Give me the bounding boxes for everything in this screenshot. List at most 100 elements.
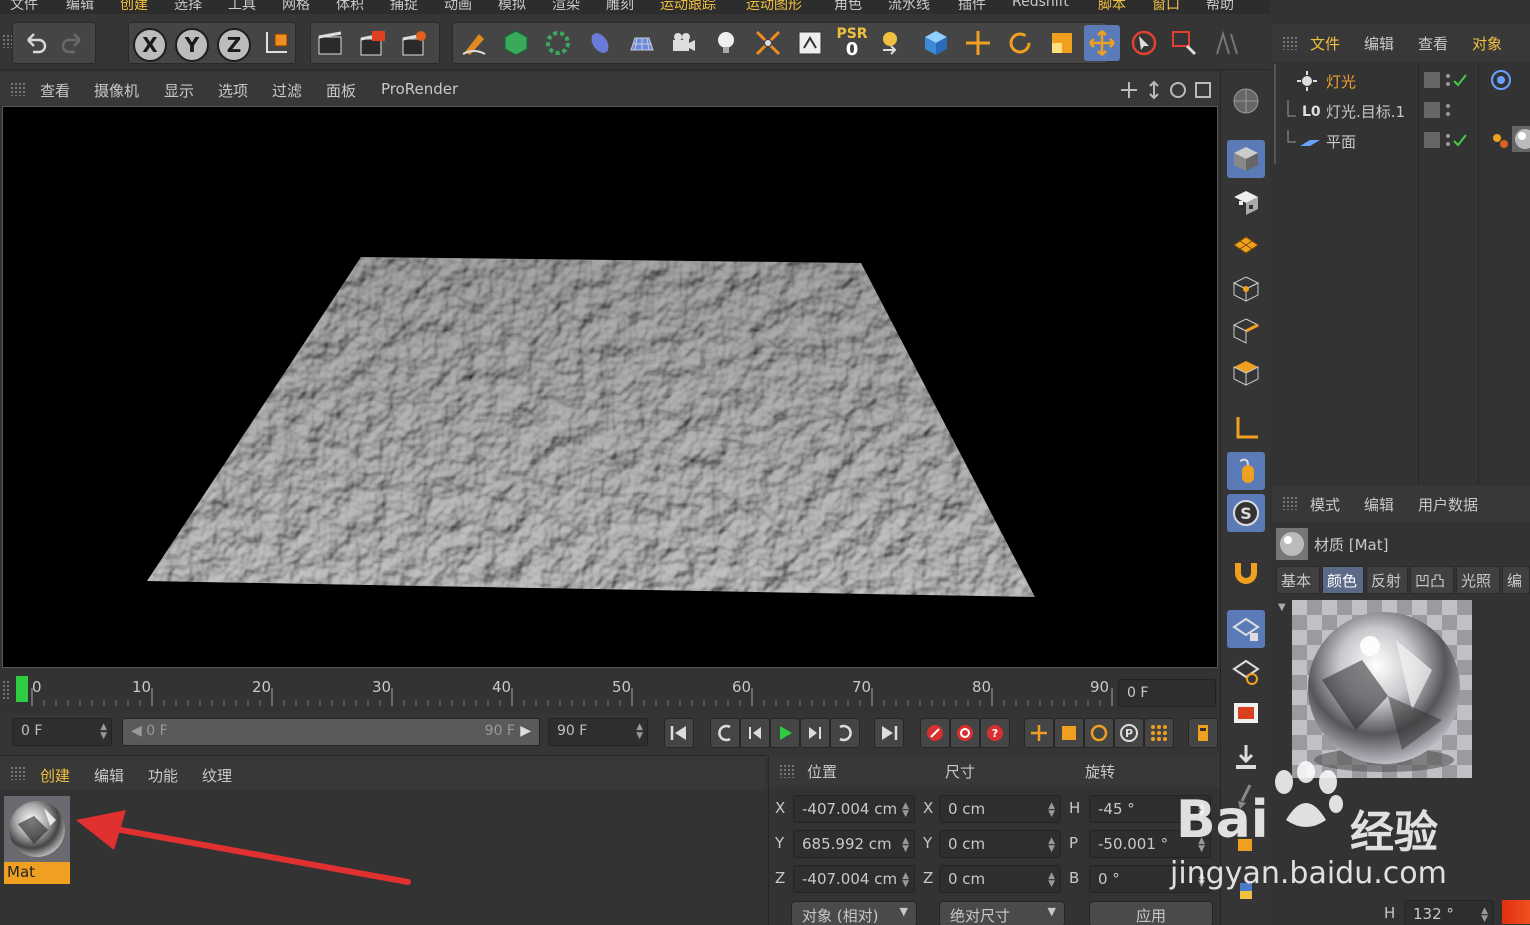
object-menu-objects[interactable]: 对象 — [1472, 33, 1502, 54]
undo-button[interactable] — [16, 25, 52, 61]
go-to-end-button[interactable] — [874, 718, 904, 748]
position-z-field[interactable]: -407.004 cm ▲ ▼ — [793, 865, 915, 893]
material-menu-texture[interactable]: 纹理 — [202, 765, 232, 786]
attribute-menu-user-data[interactable]: 用户数据 — [1418, 494, 1478, 515]
viewport-grip[interactable] — [10, 82, 26, 96]
render-view-button[interactable] — [313, 25, 349, 61]
material-swatch-mat[interactable]: Mat — [4, 796, 70, 886]
menu-mograph[interactable]: 运动图形 — [746, 0, 802, 14]
channel-tab-reflectance[interactable]: 反射 — [1366, 566, 1408, 594]
download-button[interactable] — [1227, 738, 1265, 776]
menu-motion-tracker[interactable]: 运动跟踪 — [660, 0, 716, 14]
timeline[interactable]: 0 10 20 30 40 50 60 70 80 90 0 F — [0, 670, 1220, 712]
key-position-button[interactable] — [1024, 718, 1054, 748]
rotate-tool-button[interactable] — [1002, 25, 1038, 61]
attribute-menu-edit[interactable]: 编辑 — [1364, 494, 1394, 515]
menu-simulate[interactable]: 模拟 — [498, 0, 526, 14]
paint-button[interactable] — [1227, 822, 1265, 860]
timeline-ruler[interactable]: 0 10 20 30 40 50 60 70 80 90 — [16, 670, 1113, 710]
redo-button[interactable] — [56, 25, 92, 61]
menu-volume[interactable]: 体积 — [336, 0, 364, 14]
key-rotation-button[interactable] — [1084, 718, 1114, 748]
keyframe-selection-button[interactable]: ? — [980, 718, 1010, 748]
menu-create[interactable]: 创建 — [120, 0, 148, 14]
viewport-menu-prorender[interactable]: ProRender — [381, 80, 458, 98]
viewport-menu-options[interactable]: 选项 — [218, 80, 248, 101]
max-frame-field[interactable]: 90 F ▲ ▼ — [548, 718, 648, 746]
tag-button[interactable] — [792, 25, 828, 61]
rotation-h-field[interactable]: -45 ° ▲ ▼ — [1089, 795, 1211, 823]
range-left-arrow-icon[interactable]: ◀ — [131, 723, 142, 739]
xyz-enable-button[interactable] — [876, 25, 912, 61]
previous-frame-button[interactable] — [740, 718, 770, 748]
array-button[interactable] — [540, 25, 576, 61]
subdivision-button[interactable] — [498, 25, 534, 61]
coordinates-grip[interactable] — [779, 764, 795, 778]
menu-sculpt[interactable]: 雕刻 — [606, 0, 634, 14]
spinner-icon[interactable]: ▲ ▼ — [1198, 837, 1205, 854]
object-manager-grip[interactable] — [1282, 36, 1298, 50]
viewport-solo-button[interactable] — [1227, 694, 1265, 732]
channel-tab-illumination[interactable]: 光照 — [1456, 566, 1500, 594]
min-frame-field[interactable]: 0 F ▲ ▼ — [12, 718, 112, 746]
size-y-field[interactable]: 0 cm ▲ ▼ — [939, 830, 1061, 858]
spinner-icon[interactable]: ▲ ▼ — [902, 837, 909, 854]
material-menu-edit[interactable]: 编辑 — [94, 765, 124, 786]
menu-mesh[interactable]: 网格 — [282, 0, 310, 14]
python-button[interactable] — [1227, 870, 1265, 908]
playhead[interactable] — [16, 676, 28, 702]
record-active-objects-button[interactable] — [920, 718, 950, 748]
spinner-icon[interactable]: ▲ ▼ — [636, 723, 643, 741]
collapse-triangle-icon[interactable]: ▼ — [1278, 602, 1286, 613]
tweak-mode-button[interactable] — [1227, 452, 1265, 490]
spinner-icon[interactable]: ▲ ▼ — [1198, 872, 1205, 889]
coordinate-system-button[interactable] — [258, 25, 294, 61]
play-button[interactable] — [770, 718, 800, 748]
model-mode-button[interactable] — [1227, 140, 1265, 178]
object-row-light[interactable]: 灯光 — [1282, 66, 1530, 94]
spinner-icon[interactable]: ▲ ▼ — [100, 723, 107, 741]
psr-button[interactable]: PSR 0 — [834, 25, 870, 61]
viewport-menu-view[interactable]: 查看 — [40, 80, 70, 101]
material-menu-function[interactable]: 功能 — [148, 765, 178, 786]
layer-visibility-icons[interactable] — [1422, 71, 1482, 89]
lasso-select-button[interactable] — [1208, 25, 1244, 61]
camera-button[interactable] — [666, 25, 702, 61]
make-editable-button[interactable] — [1227, 82, 1265, 120]
range-right-arrow-icon[interactable]: ▶ — [520, 723, 531, 739]
key-scale-button[interactable] — [1054, 718, 1084, 748]
color-swatch[interactable] — [1502, 900, 1530, 924]
rotation-p-field[interactable]: -50.001 ° ▲ ▼ — [1089, 830, 1211, 858]
move-tool-button[interactable] — [960, 25, 996, 61]
spinner-icon[interactable]: ▲ ▼ — [902, 872, 909, 889]
spinner-icon[interactable]: ▲ ▼ — [1198, 802, 1205, 819]
apply-button[interactable]: 应用 — [1089, 901, 1213, 925]
attribute-menu-mode[interactable]: 模式 — [1310, 494, 1340, 515]
object-row-plane[interactable]: 平面 — [1282, 126, 1530, 154]
pen-tool-button[interactable] — [456, 25, 492, 61]
snap-button[interactable]: S — [1227, 494, 1265, 532]
viewport-menu-cameras[interactable]: 摄像机 — [94, 80, 139, 101]
scale-tool-button[interactable] — [1044, 25, 1080, 61]
h-field[interactable]: 132 ° ▲ ▼ — [1404, 900, 1494, 925]
live-selection-button[interactable] — [1084, 25, 1120, 61]
channel-tab-color[interactable]: 颜色 — [1322, 566, 1364, 594]
channel-tab-basic[interactable]: 基本 — [1276, 566, 1320, 594]
menu-help[interactable]: 帮助 — [1206, 0, 1234, 14]
lock-z-axis-button[interactable]: Z — [217, 28, 251, 62]
spinner-icon[interactable]: ▲ ▼ — [1481, 907, 1488, 924]
attribute-grip[interactable] — [1282, 496, 1298, 510]
selection-tool-button[interactable] — [1126, 25, 1162, 61]
go-to-start-button[interactable] — [664, 718, 694, 748]
timeline-grip[interactable] — [2, 680, 10, 700]
object-menu-file[interactable]: 文件 — [1310, 33, 1340, 54]
autokeying-button[interactable] — [950, 718, 980, 748]
next-key-button[interactable] — [830, 718, 860, 748]
menu-redshift[interactable]: Redshift — [1012, 0, 1069, 10]
key-parameter-button[interactable]: P — [1114, 718, 1144, 748]
texture-mode-button[interactable] — [1227, 184, 1265, 222]
points-mode-button[interactable] — [1227, 270, 1265, 308]
menu-plugins[interactable]: 插件 — [958, 0, 986, 14]
lock-x-axis-button[interactable]: X — [133, 28, 167, 62]
object-row-light-target[interactable]: L0 灯光.目标.1 — [1282, 96, 1530, 124]
